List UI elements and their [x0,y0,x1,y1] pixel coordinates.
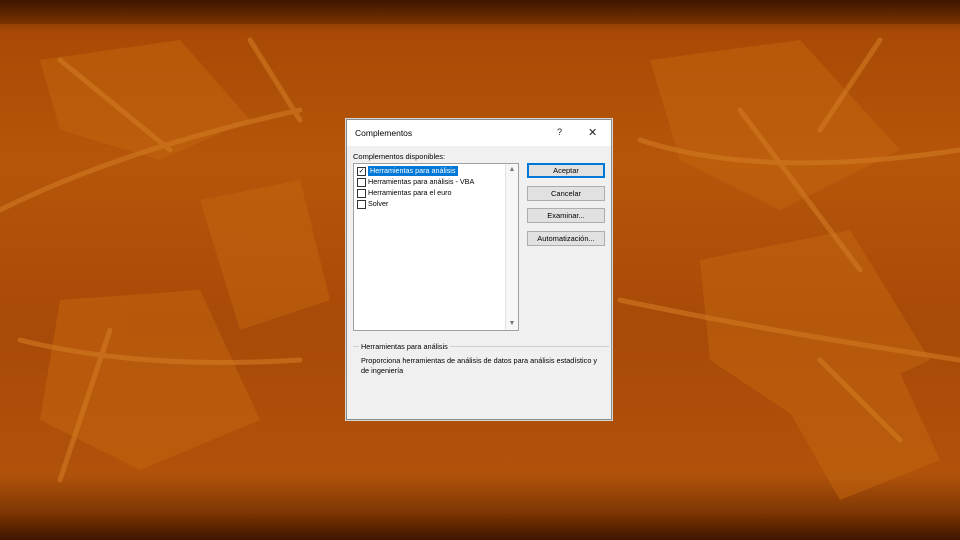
checkbox-checked-icon[interactable]: ✓ [357,167,366,176]
list-item-label: Herramientas para análisis - VBA [368,177,475,186]
dialog-title: Complementos [355,128,413,138]
addins-list[interactable]: ✓ Herramientas para análisis Herramienta… [353,163,519,331]
list-item-analysis-toolpak-vba[interactable]: Herramientas para análisis - VBA [355,177,507,187]
cancel-button[interactable]: Cancelar [527,186,605,201]
list-item-analysis-toolpak[interactable]: ✓ Herramientas para análisis [355,166,507,176]
available-addins-label: Complementos disponibles: [353,152,446,161]
list-item-solver[interactable]: Solver [355,199,507,209]
description-text: Proporciona herramientas de análisis de … [361,356,598,375]
browse-button[interactable]: Examinar... [527,208,605,223]
checkbox-icon[interactable] [357,189,366,198]
list-item-label: Herramientas para análisis [368,166,458,176]
list-scrollbar[interactable]: ▲ ▼ [505,164,518,330]
list-item-label: Herramientas para el euro [368,188,452,197]
description-group: Herramientas para análisis Proporciona h… [353,342,609,412]
scroll-down-icon[interactable]: ▼ [506,318,518,330]
scroll-up-icon[interactable]: ▲ [506,164,518,176]
addins-dialog: Complementos ? ✕ Complementos disponible… [346,119,612,420]
checkbox-icon[interactable] [357,178,366,187]
description-title: Herramientas para análisis [359,342,450,351]
list-item-label: Solver [368,199,389,208]
close-icon[interactable]: ✕ [588,126,597,139]
dialog-titlebar: Complementos ? ✕ [347,120,611,146]
checkbox-icon[interactable] [357,200,366,209]
ok-button[interactable]: Aceptar [527,163,605,178]
automation-button[interactable]: Automatización... [527,231,605,246]
list-item-euro-tools[interactable]: Herramientas para el euro [355,188,507,198]
slide-bottom-band [0,514,960,540]
help-icon[interactable]: ? [557,127,562,137]
